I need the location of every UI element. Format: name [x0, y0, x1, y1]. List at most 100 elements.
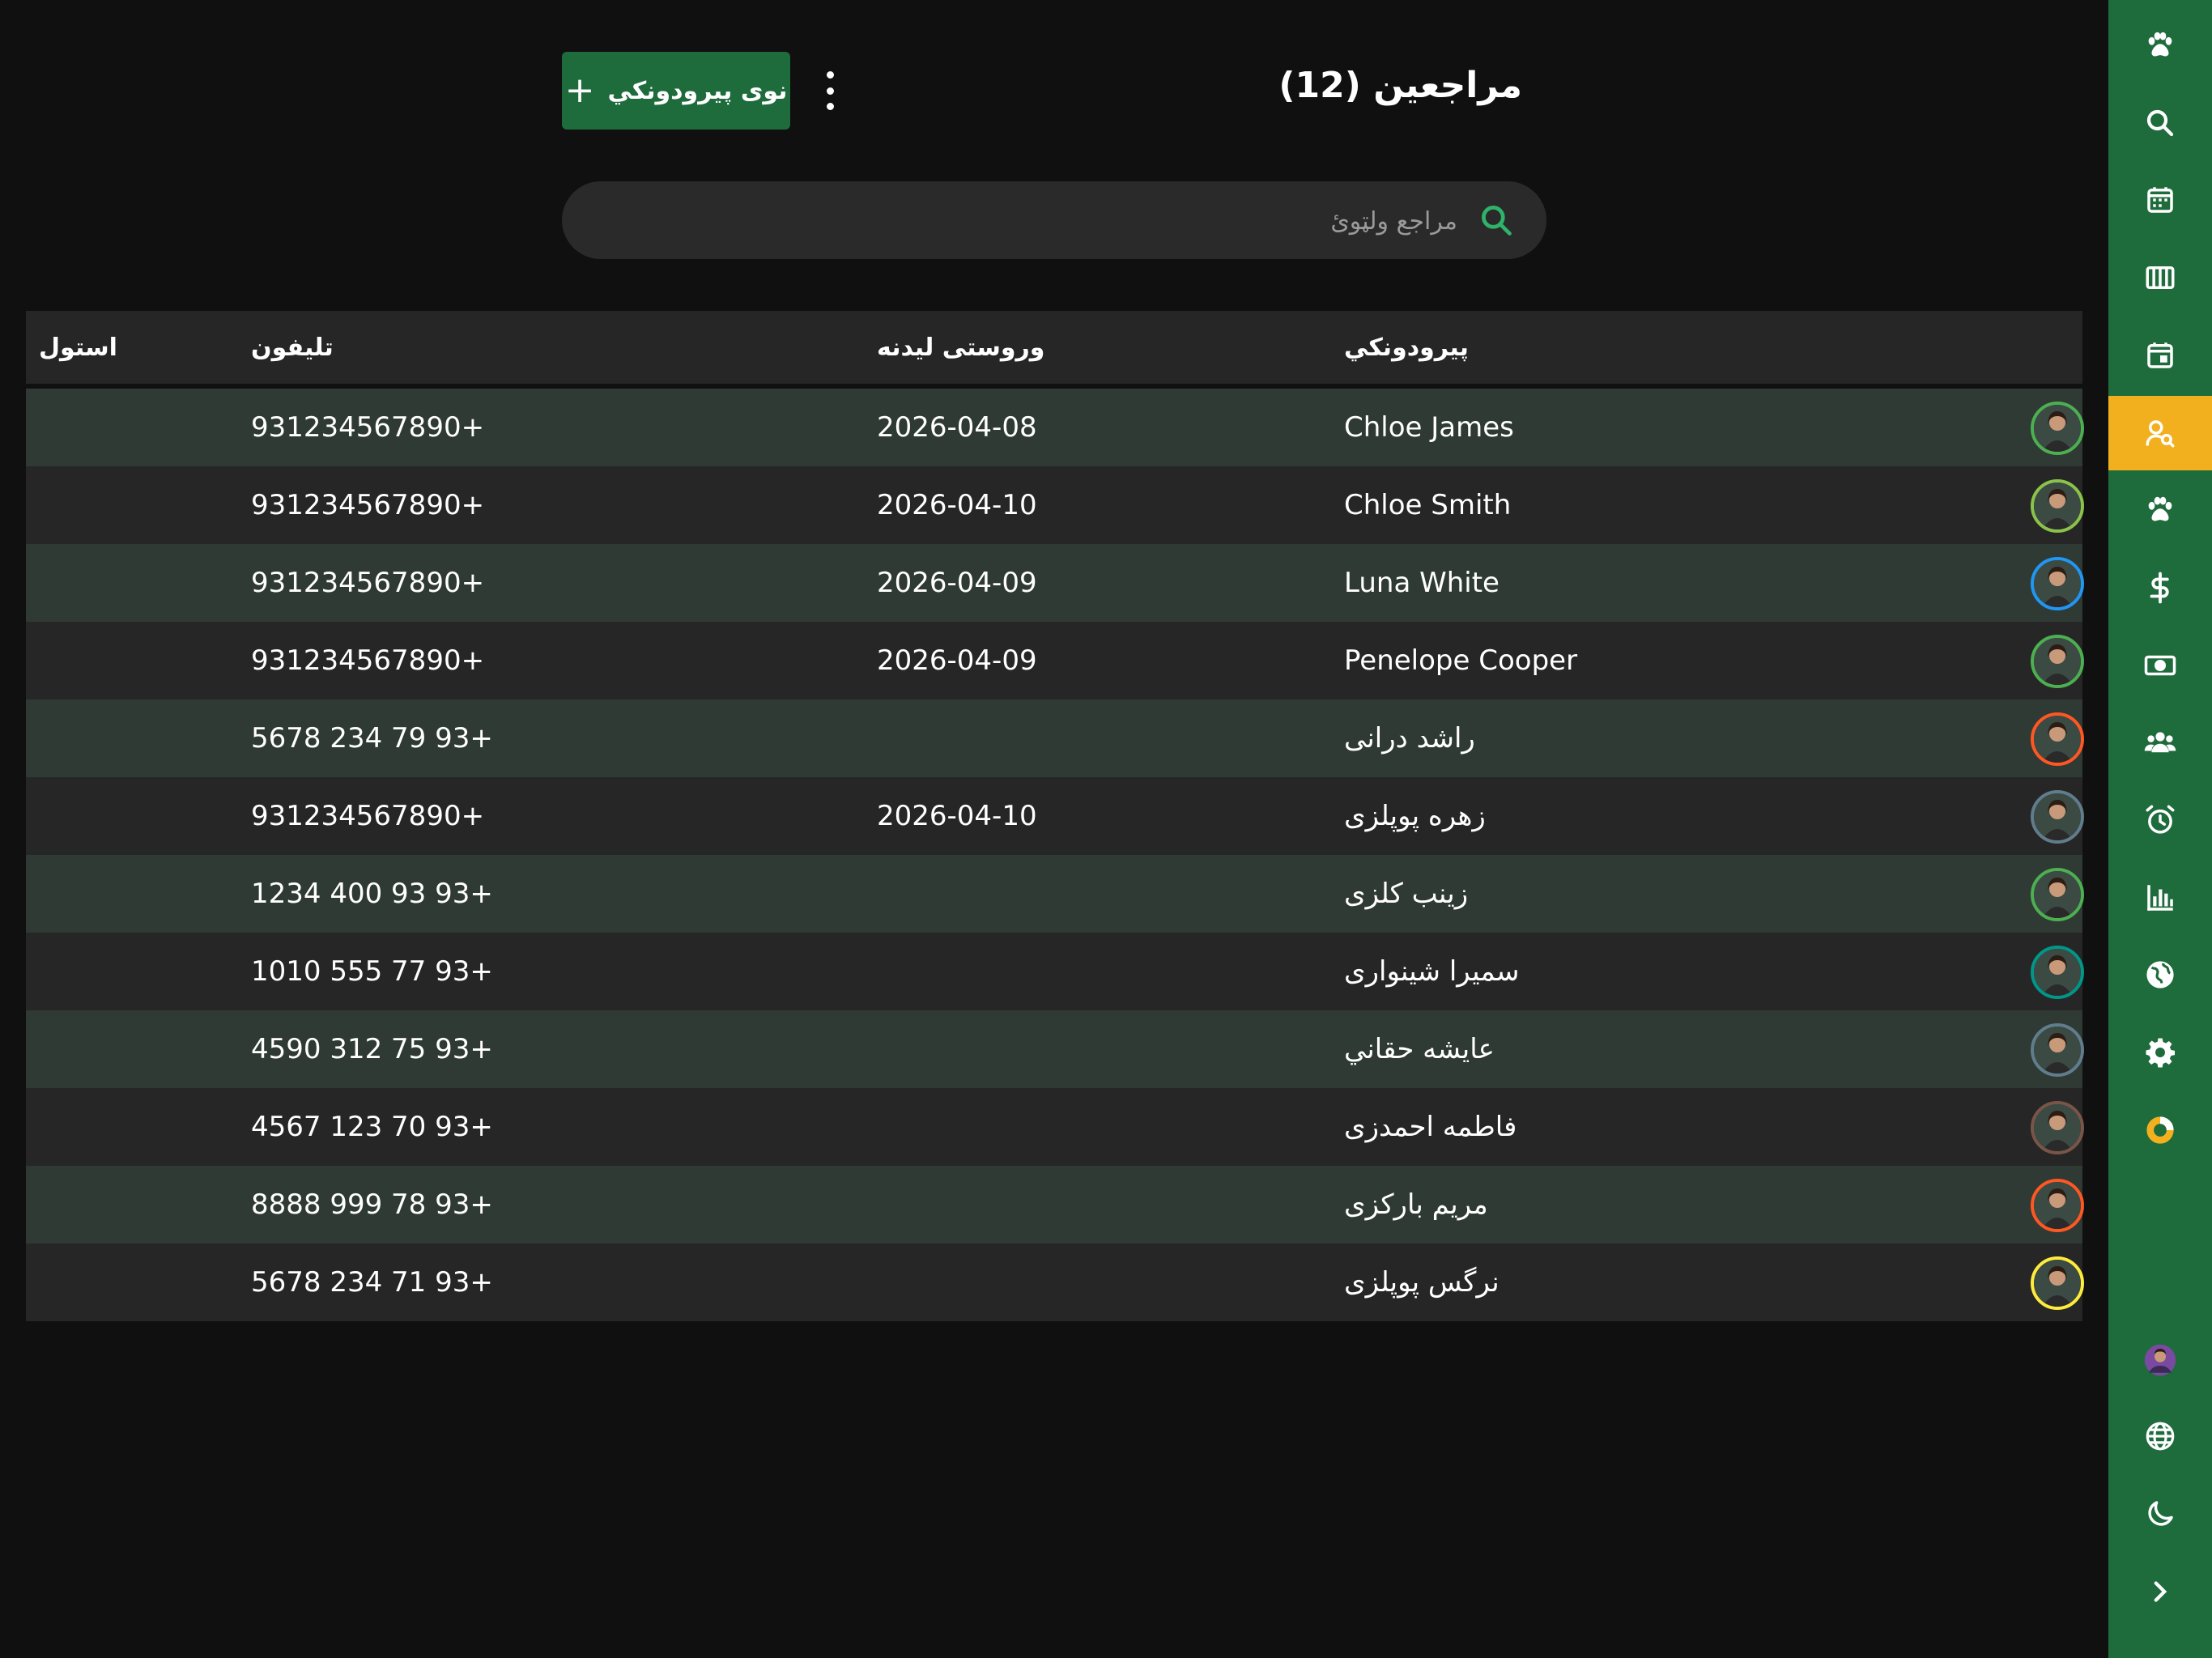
sidebar-bottom-user-avatar[interactable]	[2108, 1323, 2212, 1397]
alarm-icon	[2146, 805, 2175, 834]
avatar	[2031, 946, 2084, 999]
new-client-label: نوی پیرودونکي	[607, 76, 788, 105]
phone-cell: 931234567890+	[251, 644, 485, 677]
table-row[interactable]: 8888 999 78 93+ مریم بارکزی	[26, 1166, 2084, 1244]
sidebar-bottom-chevron-right[interactable]	[2108, 1554, 2212, 1629]
search-icon	[2146, 109, 2174, 136]
sidebar-item-calendar-event[interactable]	[2108, 318, 2212, 393]
sidebar-item-dollar[interactable]	[2108, 551, 2212, 625]
phone-cell: 5678 234 71 93+	[251, 1266, 493, 1299]
clients-table: پیرودونکي وروستی لیدنه تلیفون استول 9312…	[26, 311, 2084, 1321]
search-icon[interactable]	[1478, 202, 1514, 238]
new-client-button[interactable]: + نوی پیرودونکي	[562, 52, 790, 130]
sidebar-item-gear[interactable]	[2108, 1015, 2212, 1090]
table-row[interactable]: 931234567890+ 2026-04-09 Penelope Cooper	[26, 622, 2084, 699]
sidebar-bottom-moon[interactable]	[2108, 1477, 2212, 1551]
moon-icon	[2148, 1501, 2173, 1526]
chevron-right-icon	[2154, 1581, 2167, 1602]
users-icon	[2144, 732, 2176, 753]
client-name-cell[interactable]: زینب کلزی	[1344, 855, 1468, 933]
client-name-cell[interactable]: راشد درانی	[1344, 699, 1475, 777]
phone-cell: 931234567890+	[251, 489, 485, 521]
avatar	[2031, 402, 2084, 455]
sidebar-bottom-language[interactable]	[2108, 1399, 2212, 1473]
last-visit-cell: 2026-04-10	[877, 489, 1037, 521]
sidebar-item-cash[interactable]	[2108, 628, 2212, 703]
last-visit-cell: 2026-04-10	[877, 800, 1037, 832]
avatar	[2031, 868, 2084, 921]
sidebar-item-paw[interactable]	[2108, 8, 2212, 83]
sidebar-item-donut[interactable]	[2108, 1093, 2212, 1167]
paw-icon	[2148, 32, 2172, 57]
donut-icon	[2146, 1116, 2174, 1144]
phone-cell: 931234567890+	[251, 567, 485, 599]
client-name-cell[interactable]: فاطمه احمدزی	[1344, 1088, 1516, 1166]
sidebar-item-alarm[interactable]	[2108, 783, 2212, 857]
page-title: مراجعین (12)	[1278, 65, 1522, 106]
client-name-cell[interactable]: Chloe James	[1344, 389, 1514, 466]
phone-cell: 5678 234 79 93+	[251, 722, 493, 755]
sidebar-item-users[interactable]	[2108, 705, 2212, 780]
table-row[interactable]: 931234567890+ 2026-04-10 زهره پوپلزی	[26, 777, 2084, 855]
phone-cell: 1010 555 77 93+	[251, 955, 493, 988]
sidebar-item-calendar[interactable]	[2108, 163, 2212, 237]
column-header-pets[interactable]: استول	[39, 334, 117, 362]
sidebar-item-bar-chart[interactable]	[2108, 861, 2212, 935]
phone-cell: 931234567890+	[251, 800, 485, 832]
phone-cell: 931234567890+	[251, 411, 485, 444]
table-row[interactable]: 5678 234 71 93+ نرگس پوپلزی	[26, 1244, 2084, 1321]
sidebar-item-paw[interactable]	[2108, 473, 2212, 547]
table-row[interactable]: 931234567890+ 2026-04-10 Chloe Smith	[26, 466, 2084, 544]
phone-cell: 8888 999 78 93+	[251, 1188, 493, 1221]
client-name-cell[interactable]: نرگس پوپلزی	[1344, 1244, 1499, 1321]
sidebar-item-user-search[interactable]	[2108, 395, 2212, 470]
client-name-cell[interactable]: Penelope Cooper	[1344, 622, 1577, 699]
kebab-menu-icon[interactable]	[818, 71, 842, 110]
avatar	[2031, 1023, 2084, 1077]
paw-icon	[2148, 496, 2172, 521]
search-input[interactable]	[646, 181, 1459, 261]
plus-icon: +	[564, 70, 595, 111]
cash-icon	[2144, 655, 2176, 675]
table-row[interactable]: 5678 234 79 93+ راشد درانی	[26, 699, 2084, 777]
user-avatar	[2144, 1344, 2176, 1376]
client-name-cell[interactable]: زهره پوپلزی	[1344, 777, 1486, 855]
client-name-cell[interactable]: Luna White	[1344, 544, 1499, 622]
language-icon	[2146, 1422, 2175, 1451]
sidebar-item-columns[interactable]	[2108, 240, 2212, 315]
column-header-client[interactable]: پیرودونکي	[1344, 334, 1469, 362]
last-visit-cell: 2026-04-09	[877, 644, 1037, 677]
calendar-event-icon	[2147, 342, 2173, 368]
avatar	[2031, 790, 2084, 844]
avatar	[2031, 635, 2084, 688]
avatar	[2031, 712, 2084, 766]
dollar-icon	[2150, 572, 2169, 604]
search-bar	[562, 181, 1546, 261]
column-header-phone[interactable]: تلیفون	[251, 334, 334, 362]
client-name-cell[interactable]: سمیرا شینواری	[1344, 933, 1519, 1010]
column-header-last-visit[interactable]: وروستی لیدنه	[877, 334, 1044, 362]
globe-icon	[2146, 961, 2174, 989]
client-name-cell[interactable]: Chloe Smith	[1344, 466, 1511, 544]
sidebar-item-globe[interactable]	[2108, 937, 2212, 1012]
table-row[interactable]: 1234 400 93 93+ زینب کلزی	[26, 855, 2084, 933]
table-row[interactable]: 4567 123 70 93+ فاطمه احمدزی	[26, 1088, 2084, 1166]
table-row[interactable]: 931234567890+ 2026-04-08 Chloe James	[26, 389, 2084, 466]
avatar	[2031, 1179, 2084, 1232]
gear-icon	[2146, 1038, 2176, 1068]
table-row[interactable]: 4590 312 75 93+ عایشه حقاني	[26, 1010, 2084, 1088]
table-row[interactable]: 1010 555 77 93+ سمیرا شینواری	[26, 933, 2084, 1010]
client-name-cell[interactable]: عایشه حقاني	[1344, 1010, 1495, 1088]
avatar	[2031, 479, 2084, 533]
sidebar-item-search[interactable]	[2108, 86, 2212, 160]
client-name-cell[interactable]: مریم بارکزی	[1344, 1166, 1488, 1244]
calendar-icon	[2147, 187, 2173, 214]
phone-cell: 4590 312 75 93+	[251, 1033, 493, 1065]
avatar	[2031, 1101, 2084, 1154]
user-search-icon	[2146, 419, 2175, 447]
avatar	[2031, 557, 2084, 610]
table-row[interactable]: 931234567890+ 2026-04-09 Luna White	[26, 544, 2084, 622]
last-visit-cell: 2026-04-08	[877, 411, 1037, 444]
last-visit-cell: 2026-04-09	[877, 567, 1037, 599]
phone-cell: 1234 400 93 93+	[251, 878, 493, 910]
